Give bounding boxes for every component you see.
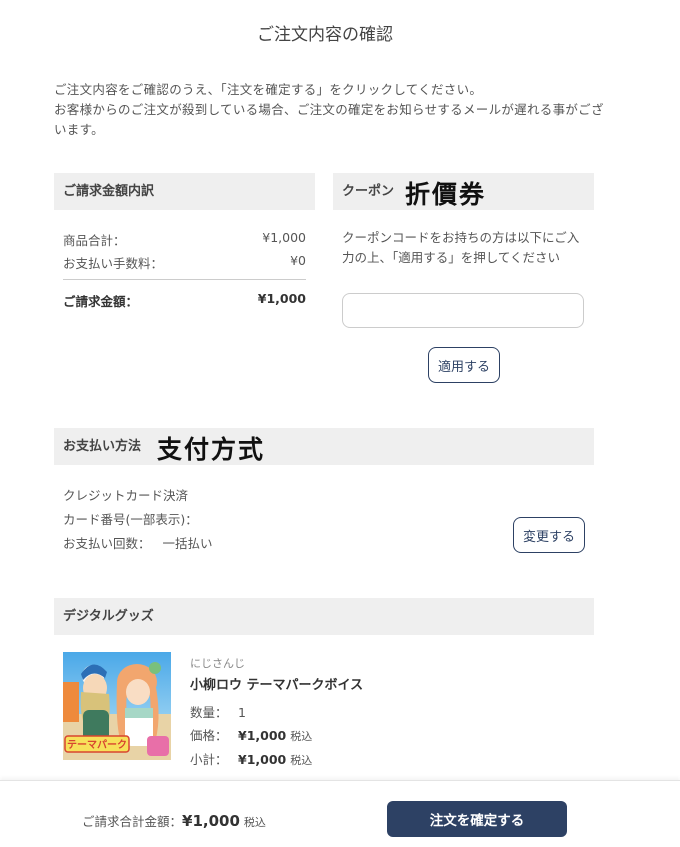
product-brand: にじさんじ <box>190 657 245 670</box>
price-label: 価格： <box>190 728 228 743</box>
coupon-heading-label: クーポン <box>342 184 395 199</box>
item-subtotal-row: 小計： ¥1,000 税込 <box>190 749 312 768</box>
page-title: ご注文内容の確認 <box>257 25 393 45</box>
price-row: 価格： ¥1,000 税込 <box>190 725 312 744</box>
confirm-order-button[interactable]: 注文を確定する <box>387 801 567 837</box>
fee-value: ¥0 <box>290 253 306 268</box>
coupon-code-input[interactable] <box>342 293 584 328</box>
payment-method: クレジットカード決済 <box>63 488 189 503</box>
card-number-label: カード番号(一部表示)： <box>63 512 198 527</box>
item-subtotal-tax-label: 税込 <box>290 754 313 767</box>
goods-heading: デジタルグッズ <box>54 598 594 635</box>
coupon-description: クーポンコードをお持ちの方は以下にご入力の上、「適用する」を押してください <box>342 230 580 265</box>
item-subtotal-label: 小計： <box>190 752 228 767</box>
payment-overlay-text: 支付方式 <box>157 435 266 464</box>
total-value: ¥1,000 <box>257 291 306 306</box>
intro-text: ご注文内容をご確認のうえ、「注文を確定する」をクリックしてください。 お客様から… <box>54 80 614 140</box>
subtotal-value: ¥1,000 <box>262 230 306 245</box>
subtotal-label: 商品合計： <box>63 233 126 248</box>
footer-tax-label: 税込 <box>243 816 266 829</box>
product-name: 小柳ロウ テーマパークボイス <box>190 678 364 693</box>
subtotal-row: 商品合計： ¥1,000 <box>63 230 306 249</box>
fee-row: お支払い手数料： ¥0 <box>63 253 306 272</box>
intro-line-2: お客様からのご注文が殺到している場合、ご注文の確定をお知らせするメールが遅れる事… <box>54 102 604 137</box>
quantity-value: 1 <box>238 705 246 720</box>
installments-row: お支払い回数： 一括払い <box>63 533 213 552</box>
price-value: ¥1,000 <box>238 728 287 743</box>
billing-divider <box>63 279 306 280</box>
quantity-label: 数量： <box>190 705 228 720</box>
installments-value: 一括払い <box>162 536 213 551</box>
checkout-footer: ご請求合計金額：¥1,000 税込 注文を確定する <box>0 780 680 847</box>
coupon-overlay-text: 折價券 <box>405 180 487 209</box>
thumbnail-title-text: テーマパーク <box>67 739 127 751</box>
footer-total-label: ご請求合計金額： <box>82 814 183 829</box>
price-tax-label: 税込 <box>290 730 313 743</box>
change-payment-button[interactable]: 変更する <box>513 517 585 553</box>
payment-heading-label: お支払い方法 <box>63 439 142 454</box>
fee-label: お支払い手数料： <box>63 256 164 271</box>
footer-total-value: ¥1,000 <box>182 812 240 830</box>
intro-line-1: ご注文内容をご確認のうえ、「注文を確定する」をクリックしてください。 <box>54 82 483 97</box>
total-label: ご請求金額： <box>63 294 139 309</box>
product-thumbnail: テーマパーク <box>63 652 171 760</box>
billing-heading: ご請求金額内訳 <box>54 173 315 210</box>
item-subtotal-value: ¥1,000 <box>238 752 287 767</box>
total-row: ご請求金額： ¥1,000 <box>63 291 306 310</box>
installments-label: お支払い回数： <box>63 536 151 551</box>
payment-heading: お支払い方法 <box>54 428 594 465</box>
footer-total: ご請求合計金額：¥1,000 税込 <box>82 811 266 830</box>
apply-coupon-button[interactable]: 適用する <box>428 347 500 383</box>
quantity-row: 数量： 1 <box>190 702 246 721</box>
